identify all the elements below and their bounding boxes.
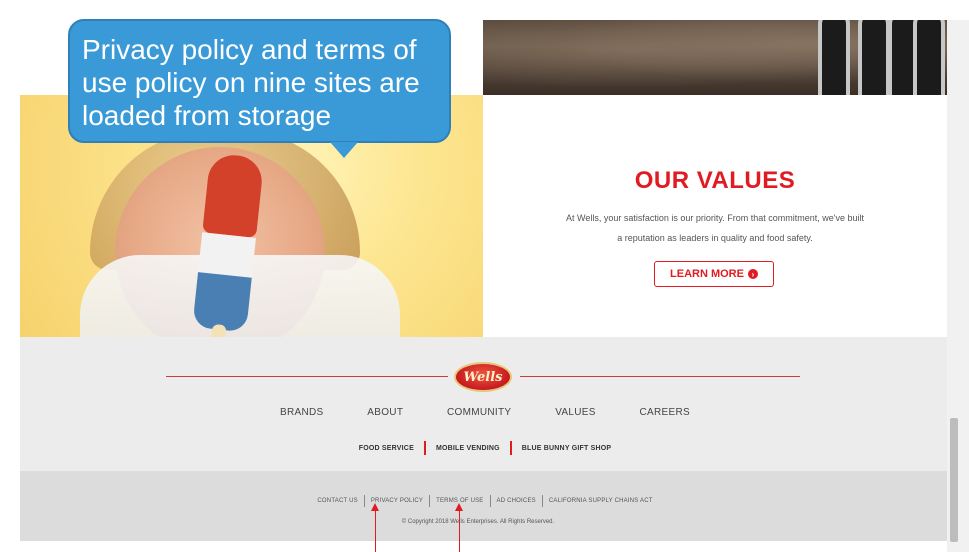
learn-more-label: LEARN MORE <box>670 268 744 280</box>
scrollbar-thumb[interactable] <box>950 418 958 542</box>
chair-image <box>913 20 945 95</box>
callout-tail <box>330 142 358 158</box>
legal-separator <box>363 495 365 507</box>
hero-photo-chairs <box>483 20 947 95</box>
sub-nav-separator <box>423 441 426 455</box>
legal-separator <box>489 495 491 507</box>
nav-item-about[interactable]: ABOUT <box>367 407 403 418</box>
values-description: At Wells, your satisfaction is our prior… <box>566 213 864 243</box>
logo-text: Wells <box>463 369 503 385</box>
sub-nav-separator <box>509 441 512 455</box>
nav-item-community[interactable]: COMMUNITY <box>447 407 511 418</box>
annotation-callout: Privacy policy and terms of use policy o… <box>68 19 451 143</box>
callout-text: Privacy policy and terms of use policy o… <box>82 34 420 131</box>
annotation-arrow-privacy <box>375 511 376 552</box>
values-title: OUR VALUES <box>634 167 796 194</box>
chair-image <box>818 20 850 95</box>
nav-item-careers[interactable]: CAREERS <box>640 407 690 418</box>
footer-legal-nav: CONTACT US PRIVACY POLICY TERMS OF USE A… <box>285 495 685 507</box>
legal-ad-choices[interactable]: AD CHOICES <box>497 498 536 504</box>
learn-more-button[interactable]: LEARN MORE › <box>654 261 774 287</box>
annotation-arrow-head <box>371 503 379 511</box>
wells-logo[interactable]: Wells <box>454 362 512 392</box>
annotation-arrow-terms <box>459 511 460 552</box>
nav-item-brands[interactable]: BRANDS <box>280 407 323 418</box>
footer-main-nav: BRANDS ABOUT COMMUNITY VALUES CAREERS <box>280 407 690 418</box>
annotation-arrow-head <box>455 503 463 511</box>
chevron-circle-right-icon: › <box>747 269 758 279</box>
sub-nav-gift-shop[interactable]: BLUE BUNNY GIFT SHOP <box>522 445 611 452</box>
footer-sub-nav: FOOD SERVICE MOBILE VENDING BLUE BUNNY G… <box>350 441 620 455</box>
legal-separator <box>429 495 431 507</box>
footer-divider-right <box>520 376 800 377</box>
copyright-text: © Copyright 2018 Wells Enterprises. All … <box>401 519 555 525</box>
legal-ca-supply-chains[interactable]: CALIFORNIA SUPPLY CHAINS ACT <box>549 498 653 504</box>
footer-divider-left <box>166 376 448 377</box>
chair-image <box>858 20 890 95</box>
sub-nav-mobile-vending[interactable]: MOBILE VENDING <box>436 445 500 452</box>
nav-item-values[interactable]: VALUES <box>555 407 596 418</box>
sub-nav-food-service[interactable]: FOOD SERVICE <box>359 445 414 452</box>
legal-separator <box>541 495 543 507</box>
legal-contact-us[interactable]: CONTACT US <box>317 498 357 504</box>
